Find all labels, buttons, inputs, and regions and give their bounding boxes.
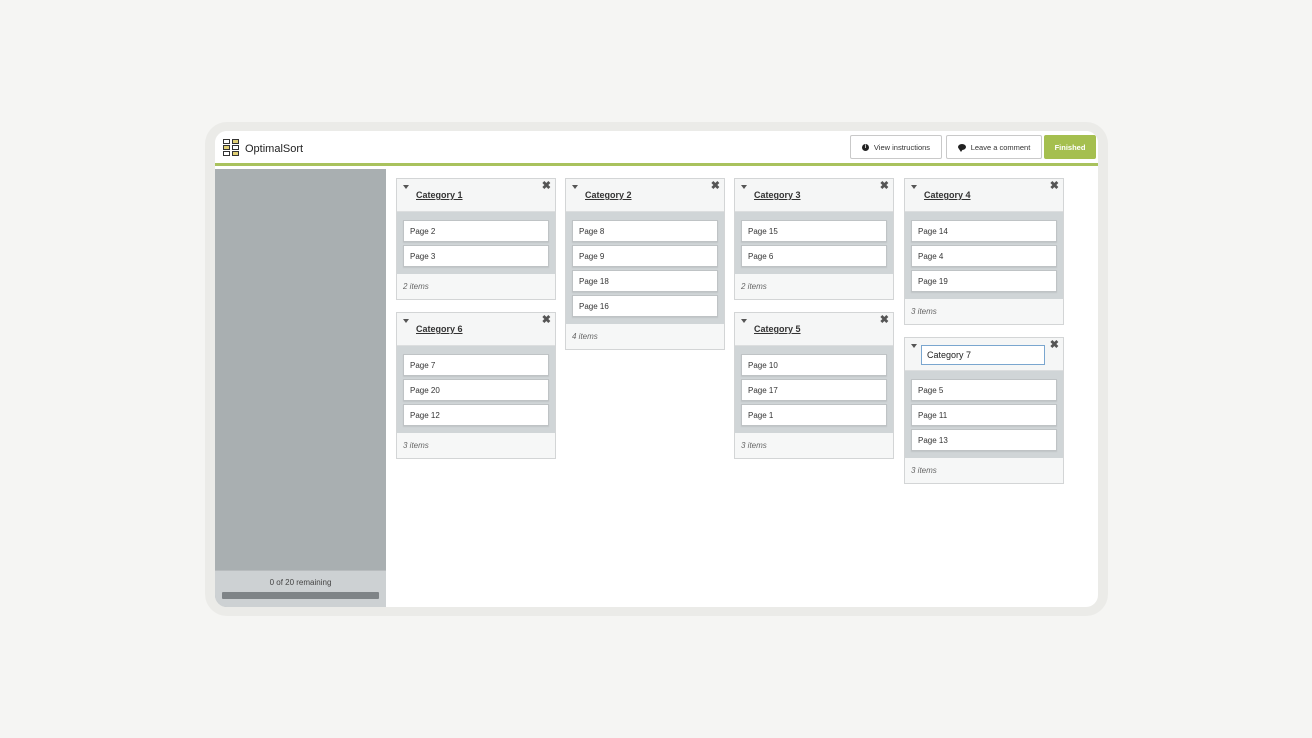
- category-title[interactable]: Category 5: [754, 324, 801, 334]
- logo: OptimalSort: [223, 139, 303, 158]
- sorted-card-item[interactable]: Page 13: [911, 429, 1057, 451]
- category-header: Category 5 ✖: [735, 313, 893, 346]
- sorted-card-item[interactable]: Page 14: [911, 220, 1057, 242]
- category-title[interactable]: Category 4: [924, 190, 971, 200]
- category-card[interactable]: ✖ Page 5 Page 11 Page 13 3 items: [904, 337, 1064, 484]
- speech-bubble-icon: [957, 144, 966, 152]
- caret-down-icon[interactable]: [403, 319, 409, 323]
- app-window: OptimalSort i View instructions Leave a …: [215, 131, 1098, 607]
- category-card[interactable]: Category 3 ✖ Page 15 Page 6 2 items: [734, 178, 894, 300]
- sorted-card-item[interactable]: Page 6: [741, 245, 887, 267]
- category-header: Category 1 ✖: [397, 179, 555, 212]
- item-count: 3 items: [905, 299, 1063, 324]
- category-drop-zone[interactable]: Page 2 Page 3: [397, 212, 555, 274]
- category-header: Category 3 ✖: [735, 179, 893, 212]
- item-count: 3 items: [735, 433, 893, 458]
- caret-down-icon[interactable]: [911, 185, 917, 189]
- sorted-card-item[interactable]: Page 10: [741, 354, 887, 376]
- leave-comment-label: Leave a comment: [970, 142, 1031, 152]
- app-name: OptimalSort: [245, 142, 304, 155]
- progress-bar-fill: [222, 592, 379, 599]
- category-header: ✖: [905, 338, 1063, 371]
- category-drop-zone[interactable]: Page 5 Page 11 Page 13: [905, 371, 1063, 458]
- unsorted-cards-sidebar: 0 of 20 remaining: [215, 169, 386, 607]
- progress-bar: [222, 592, 379, 599]
- close-x-icon[interactable]: ✖: [880, 181, 889, 192]
- sorted-card-item[interactable]: Page 15: [741, 220, 887, 242]
- item-count: 2 items: [735, 274, 893, 299]
- sorted-card-item[interactable]: Page 11: [911, 404, 1057, 426]
- caret-down-icon[interactable]: [741, 185, 747, 189]
- sorted-card-item[interactable]: Page 20: [403, 379, 549, 401]
- remaining-count: 0 of 20 remaining: [269, 578, 332, 587]
- category-title[interactable]: Category 2: [585, 190, 632, 200]
- category-card[interactable]: Category 5 ✖ Page 10 Page 17 Page 1 3 items: [734, 312, 894, 459]
- view-instructions-label: View instructions: [873, 142, 931, 152]
- category-title[interactable]: Category 3: [754, 190, 801, 200]
- close-x-icon[interactable]: ✖: [880, 315, 889, 326]
- sorted-card-item[interactable]: Page 12: [403, 404, 549, 426]
- caret-down-icon[interactable]: [741, 319, 747, 323]
- sorted-card-item[interactable]: Page 4: [911, 245, 1057, 267]
- sorted-card-item[interactable]: Page 7: [403, 354, 549, 376]
- category-title-input[interactable]: [921, 345, 1045, 365]
- sorted-card-item[interactable]: Page 8: [572, 220, 718, 242]
- category-card[interactable]: Category 4 ✖ Page 14 Page 4 Page 19 3 items: [904, 178, 1064, 325]
- category-title[interactable]: Category 6: [416, 324, 463, 334]
- category-drop-zone[interactable]: Page 14 Page 4 Page 19: [905, 212, 1063, 299]
- sorted-card-item[interactable]: Page 16: [572, 295, 718, 317]
- caret-down-icon[interactable]: [403, 185, 409, 189]
- sorted-card-item[interactable]: Page 19: [911, 270, 1057, 292]
- item-count: 2 items: [397, 274, 555, 299]
- finished-label: Finished: [1054, 142, 1086, 152]
- category-drop-zone[interactable]: Page 15 Page 6: [735, 212, 893, 274]
- close-x-icon[interactable]: ✖: [542, 181, 551, 192]
- finished-button[interactable]: Finished: [1044, 135, 1096, 159]
- category-header: Category 2 ✖: [566, 179, 724, 212]
- category-card[interactable]: Category 6 ✖ Page 7 Page 20 Page 12 3 items: [396, 312, 556, 459]
- category-header: Category 4 ✖: [905, 179, 1063, 212]
- category-drop-zone[interactable]: Page 7 Page 20 Page 12: [397, 346, 555, 433]
- close-x-icon[interactable]: ✖: [1050, 340, 1059, 351]
- category-card[interactable]: Category 1 ✖ Page 2 Page 3 2 items: [396, 178, 556, 300]
- sorted-card-item[interactable]: Page 17: [741, 379, 887, 401]
- sorted-card-item[interactable]: Page 18: [572, 270, 718, 292]
- category-header: Category 6 ✖: [397, 313, 555, 346]
- close-x-icon[interactable]: ✖: [1050, 181, 1059, 192]
- caret-down-icon[interactable]: [911, 344, 917, 348]
- category-drop-zone[interactable]: Page 8 Page 9 Page 18 Page 16: [566, 212, 724, 324]
- sorted-card-item[interactable]: Page 5: [911, 379, 1057, 401]
- caret-down-icon[interactable]: [572, 185, 578, 189]
- category-card[interactable]: Category 2 ✖ Page 8 Page 9 Page 18 Page 16 4 i…: [565, 178, 725, 350]
- info-circle-icon: i: [861, 143, 869, 151]
- top-bar: OptimalSort i View instructions Leave a …: [215, 131, 1098, 166]
- sorted-card-item[interactable]: Page 2: [403, 220, 549, 242]
- item-count: 4 items: [566, 324, 724, 349]
- item-count: 3 items: [905, 458, 1063, 483]
- close-x-icon[interactable]: ✖: [542, 315, 551, 326]
- category-drop-zone[interactable]: Page 10 Page 17 Page 1: [735, 346, 893, 433]
- sorted-card-item[interactable]: Page 9: [572, 245, 718, 267]
- leave-comment-button[interactable]: Leave a comment: [946, 135, 1042, 159]
- category-title[interactable]: Category 1: [416, 190, 463, 200]
- view-instructions-button[interactable]: i View instructions: [850, 135, 942, 159]
- optimalsort-logo-icon: [223, 139, 240, 158]
- item-count: 3 items: [397, 433, 555, 458]
- sorted-card-item[interactable]: Page 1: [741, 404, 887, 426]
- close-x-icon[interactable]: ✖: [711, 181, 720, 192]
- sorted-card-item[interactable]: Page 3: [403, 245, 549, 267]
- remaining-panel: 0 of 20 remaining: [215, 570, 386, 607]
